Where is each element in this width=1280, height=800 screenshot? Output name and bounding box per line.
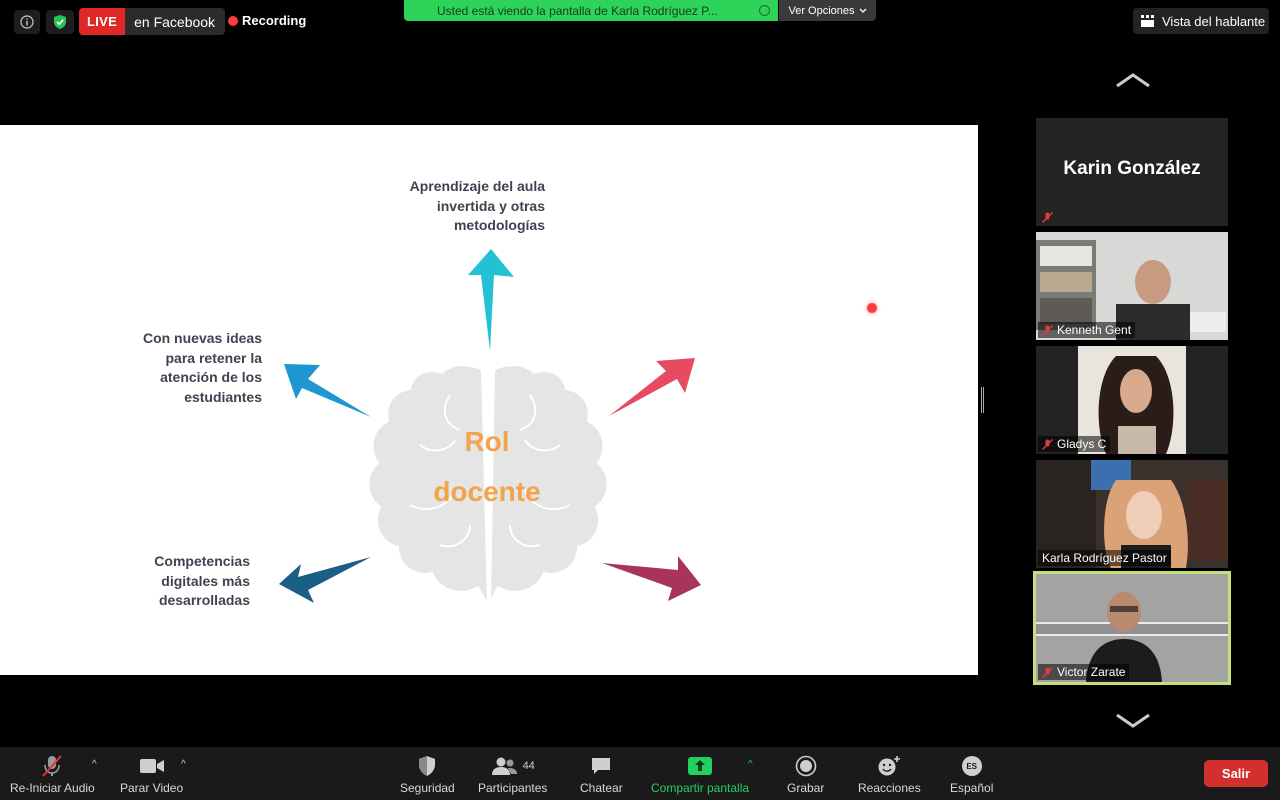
participant-tile-kenneth[interactable]: Kenneth Gent xyxy=(1036,232,1228,340)
participants-label: Participantes xyxy=(478,781,548,795)
participant-tile-karla[interactable]: Karla Rodríguez Pastor xyxy=(1036,460,1228,568)
meeting-info-button[interactable] xyxy=(14,10,40,34)
audio-button[interactable]: Re-Iniciar Audio xyxy=(10,747,95,800)
chevron-up-icon[interactable] xyxy=(1114,72,1152,90)
grid-view-icon xyxy=(1141,15,1154,27)
view-options-button[interactable]: Ver Opciones xyxy=(779,0,876,21)
mic-muted-icon xyxy=(1042,666,1053,678)
meeting-toolbar: Re-Iniciar Audio ^ Parar Video ^ Segurid… xyxy=(0,747,1280,800)
shield-icon xyxy=(419,756,436,776)
reactions-button[interactable]: Reacciones xyxy=(858,747,921,800)
security-button[interactable]: Seguridad xyxy=(400,747,455,800)
share-banner: Usted está viendo la pantalla de Karla R… xyxy=(404,0,778,21)
arrow-top xyxy=(468,249,514,351)
slide-title-line2: docente xyxy=(433,476,541,507)
share-screen-button[interactable]: Compartir pantalla xyxy=(651,747,749,800)
arrow-bottom-left xyxy=(279,557,371,603)
info-icon xyxy=(20,15,34,29)
people-icon xyxy=(491,757,517,775)
arrow-right xyxy=(609,358,695,416)
speaker-view-label: Vista del hablante xyxy=(1162,13,1266,29)
share-screen-icon xyxy=(688,757,713,775)
arrow-left xyxy=(284,364,371,417)
shared-screen: Aprendizaje del aula invertida y otras m… xyxy=(0,125,978,675)
laser-pointer xyxy=(867,303,877,313)
mic-muted-icon xyxy=(1042,324,1053,336)
recording-dot-icon xyxy=(228,15,238,26)
record-icon xyxy=(795,755,816,777)
slide-text-bottom: Competencias digitales más desarrolladas xyxy=(154,553,250,608)
recording-label: Recording xyxy=(242,13,307,28)
split-resize-handle[interactable] xyxy=(981,387,984,413)
participant-tile-gladys[interactable]: Gladys C xyxy=(1036,346,1228,454)
participant-tag: Karla Rodríguez Pastor xyxy=(1038,550,1171,566)
participant-tile-karin[interactable]: Karin González xyxy=(1036,118,1228,226)
audio-options-caret[interactable]: ^ xyxy=(92,759,97,770)
speaker-view-button[interactable]: Vista del hablante xyxy=(1133,8,1269,34)
emoji-add-icon xyxy=(878,756,901,776)
video-options-caret[interactable]: ^ xyxy=(181,759,186,770)
video-button[interactable]: Parar Video xyxy=(120,747,183,800)
participant-tile-victor[interactable]: Victor Zarate xyxy=(1033,571,1231,685)
security-label: Seguridad xyxy=(400,781,455,795)
arrow-bottom-right xyxy=(602,556,701,601)
stop-share-icon[interactable] xyxy=(759,5,770,16)
leave-button[interactable]: Salir xyxy=(1204,760,1268,787)
participant-name: Karla Rodríguez Pastor xyxy=(1042,551,1167,565)
participants-count: 44 xyxy=(522,760,535,772)
participant-tag: Victor Zarate xyxy=(1038,664,1130,680)
share-banner-text: Usted está viendo la pantalla de Karla R… xyxy=(437,3,718,18)
participant-tag: Kenneth Gent xyxy=(1038,322,1136,338)
chat-label: Chatear xyxy=(580,781,623,795)
participants-button[interactable]: 44 Participantes xyxy=(478,747,547,800)
language-button[interactable]: ES Español xyxy=(950,747,993,800)
video-camera-icon xyxy=(139,759,164,773)
slide-text-left: Con nuevas ideas para retener la atenció… xyxy=(142,330,262,405)
participant-name: Gladys C xyxy=(1057,437,1107,451)
participant-name: Kenneth Gent xyxy=(1057,323,1132,337)
globe-language-icon: ES xyxy=(961,756,982,776)
live-destination: en Facebook xyxy=(134,13,216,30)
reactions-label: Reacciones xyxy=(858,781,921,795)
chat-button[interactable]: Chatear xyxy=(580,747,623,800)
audio-label: Re-Iniciar Audio xyxy=(10,781,95,795)
language-label: Español xyxy=(950,781,994,795)
record-label: Grabar xyxy=(787,781,825,795)
share-screen-label: Compartir pantalla xyxy=(651,781,750,795)
participant-tag xyxy=(1038,211,1057,224)
microphone-muted-icon xyxy=(42,755,63,777)
language-code: ES xyxy=(966,761,978,771)
mic-muted-icon xyxy=(1042,438,1053,450)
slide-title: Rol docente xyxy=(412,417,562,517)
chevron-down-icon xyxy=(859,8,866,13)
live-stream-indicator[interactable]: LIVE en Facebook xyxy=(79,8,226,35)
live-badge: LIVE xyxy=(79,8,126,35)
mic-muted-icon xyxy=(1042,212,1053,223)
chat-bubble-icon xyxy=(592,758,611,774)
participant-tag: Gladys C xyxy=(1038,436,1111,452)
slide-text-top: Aprendizaje del aula invertida y otras m… xyxy=(409,178,545,233)
share-options-caret[interactable]: ^ xyxy=(748,759,753,770)
chevron-down-icon[interactable] xyxy=(1114,711,1152,729)
video-label: Parar Video xyxy=(120,781,184,795)
view-options-label: Ver Opciones xyxy=(788,4,855,17)
encryption-button[interactable] xyxy=(46,10,74,34)
slide-title-line1: Rol xyxy=(464,426,510,457)
participant-name-large: Karin González xyxy=(1063,158,1201,179)
participant-name: Victor Zarate xyxy=(1057,665,1126,679)
shield-check-icon xyxy=(54,15,66,29)
record-button[interactable]: Grabar xyxy=(787,747,824,800)
recording-indicator[interactable]: Recording xyxy=(228,13,306,28)
